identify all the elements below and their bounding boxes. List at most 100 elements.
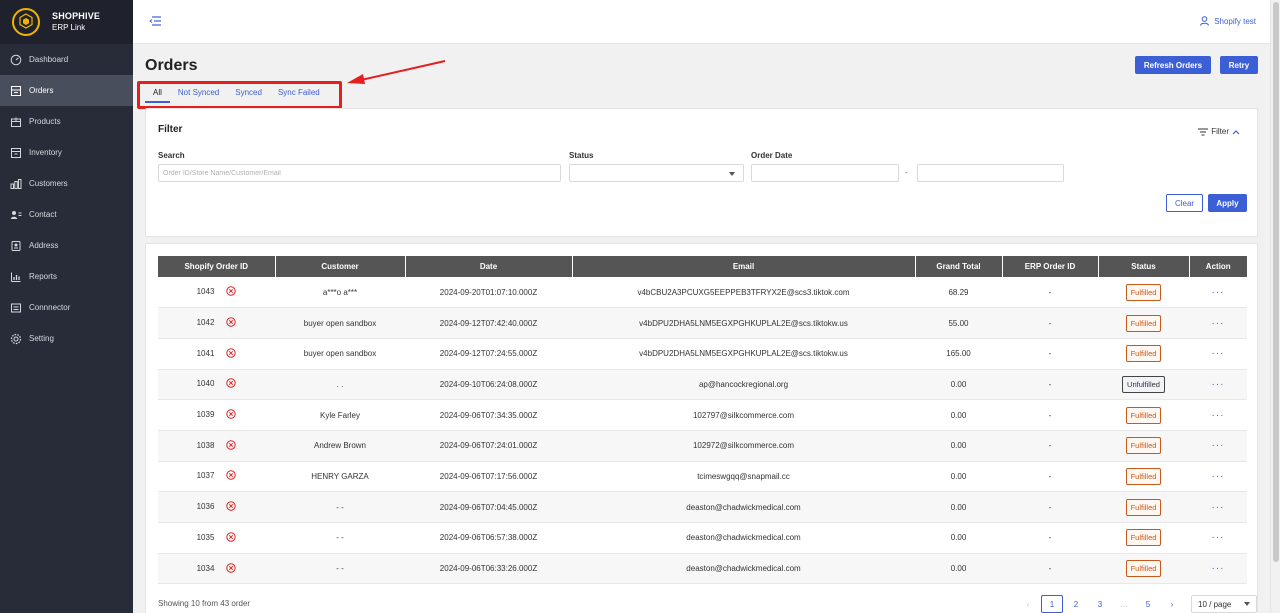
table-row[interactable]: 1039 Kyle Farley 2024-09-06T07:34:35.000Z 1…	[158, 399, 1247, 431]
menu-toggle-icon[interactable]	[149, 16, 161, 26]
more-actions-icon[interactable]: ···	[1212, 318, 1225, 329]
sync-error-icon[interactable]	[226, 286, 237, 298]
table-row[interactable]: 1038 Andrew Brown 2024-09-06T07:24:01.000Z…	[158, 430, 1247, 462]
column-header[interactable]: Shopify Order ID	[158, 256, 276, 277]
order-id[interactable]: 1039	[197, 410, 215, 419]
sidebar-item-customers[interactable]: Customers	[0, 168, 133, 199]
sync-error-icon[interactable]	[226, 501, 237, 513]
sidebar-item-dashboard[interactable]: Dashboard	[0, 44, 133, 75]
search-input[interactable]	[158, 164, 561, 182]
more-actions-icon[interactable]: ···	[1212, 287, 1225, 298]
sidebar-item-orders[interactable]: Orders	[0, 75, 133, 106]
column-header[interactable]: Email	[572, 256, 916, 277]
page-size-select[interactable]: 10 / page	[1191, 595, 1257, 613]
customer-cell: - -	[275, 553, 405, 585]
user-icon	[1200, 16, 1210, 26]
sidebar-item-inventory[interactable]: Inventory	[0, 137, 133, 168]
status-cell: Fulfilled	[1098, 338, 1189, 370]
sidebar-item-setting[interactable]: Setting	[0, 323, 133, 354]
table-row[interactable]: 1042 buyer open sandbox 2024-09-12T07:42:4…	[158, 307, 1247, 339]
sync-error-icon[interactable]	[226, 348, 237, 360]
page-button-3[interactable]: 3	[1089, 595, 1111, 613]
next-page-icon[interactable]: ›	[1161, 595, 1183, 613]
erp-order-id-cell: -	[1002, 461, 1098, 493]
action-cell: ···	[1189, 307, 1247, 339]
table-row[interactable]: 1035 - -2024-09-06T06:57:38.000Z deaston@c…	[158, 522, 1247, 554]
clear-button[interactable]: Clear	[1166, 194, 1203, 212]
order-id[interactable]: 1035	[197, 533, 215, 542]
page-button-5[interactable]: 5	[1137, 595, 1159, 613]
column-header[interactable]: ERP Order ID	[1002, 256, 1099, 277]
sidebar-item-products[interactable]: Products	[0, 106, 133, 137]
sidebar-item-reports[interactable]: Reports	[0, 261, 133, 292]
more-actions-icon[interactable]: ···	[1212, 379, 1225, 390]
order-id[interactable]: 1042	[197, 318, 215, 327]
date-cell: 2024-09-06T07:34:35.000Z	[405, 399, 572, 431]
sidebar-item-connnector[interactable]: Connnector	[0, 292, 133, 323]
action-cell: ···	[1189, 369, 1247, 401]
sync-error-icon[interactable]	[226, 532, 237, 544]
more-actions-icon[interactable]: ···	[1212, 532, 1225, 543]
order-id[interactable]: 1034	[197, 564, 215, 573]
grand-total-cell: 0.00	[915, 491, 1002, 523]
status-badge: Fulfilled	[1125, 560, 1162, 578]
retry-button[interactable]: Retry	[1220, 56, 1258, 74]
status-cell: Fulfilled	[1098, 307, 1189, 339]
sidebar-item-address[interactable]: Address	[0, 230, 133, 261]
order-id-cell: 1039	[158, 399, 275, 431]
pagination-ellipsis[interactable]: ...	[1113, 595, 1135, 613]
order-id[interactable]: 1040	[197, 380, 215, 389]
column-header[interactable]: Status	[1098, 256, 1190, 277]
table-row[interactable]: 1040 . . 2024-09-10T06:24:08.000Z ap@hancoc…	[158, 369, 1247, 401]
more-actions-icon[interactable]: ···	[1212, 563, 1225, 574]
table-row[interactable]: 1043 a***o a*** 2024-09-20T01:07:10.000Z v4…	[158, 277, 1247, 309]
filter-toggle-label: Filter	[1211, 127, 1229, 136]
table-row[interactable]: 1041 buyer open sandbox 2024-09-12T07:24:5…	[158, 338, 1247, 370]
table-row[interactable]: 1034 - -2024-09-06T06:33:26.000Z deaston@c…	[158, 553, 1247, 585]
table-row[interactable]: 1036 - -2024-09-06T07:04:45.000Z deaston@c…	[158, 491, 1247, 523]
more-actions-icon[interactable]: ···	[1212, 440, 1225, 451]
sync-error-icon[interactable]	[226, 409, 237, 421]
sync-error-icon[interactable]	[226, 440, 237, 452]
erp-order-id-cell: -	[1002, 522, 1098, 554]
status-select[interactable]	[569, 164, 744, 182]
column-header[interactable]: Date	[405, 256, 573, 277]
sidebar-item-contact[interactable]: Contact	[0, 199, 133, 230]
orders-table-panel: Shopify Order ID Customer Date Email Grand T…	[145, 243, 1258, 613]
action-cell: ···	[1189, 553, 1247, 585]
vertical-scrollbar[interactable]	[1270, 0, 1280, 613]
page-button-1[interactable]: 1	[1041, 595, 1063, 613]
table-header-row: Shopify Order ID Customer Date Email Grand T…	[158, 256, 1247, 277]
status-cell: Fulfilled	[1098, 461, 1189, 493]
sync-error-icon[interactable]	[226, 562, 237, 575]
apply-button[interactable]: Apply	[1208, 194, 1247, 212]
scrollbar-thumb[interactable]	[1273, 2, 1279, 562]
more-actions-icon[interactable]: ···	[1212, 471, 1225, 482]
order-id[interactable]: 1038	[197, 441, 215, 450]
order-id[interactable]: 1036	[197, 502, 215, 511]
column-header[interactable]: Grand Total	[915, 256, 1003, 277]
order-id-cell: 1043	[158, 277, 275, 309]
order-id[interactable]: 1043	[197, 287, 215, 296]
order-id[interactable]: 1037	[197, 472, 215, 481]
more-actions-icon[interactable]: ···	[1212, 410, 1225, 421]
connector-icon	[10, 302, 22, 314]
sync-error-icon[interactable]	[226, 378, 237, 390]
refresh-orders-button[interactable]: Refresh Orders	[1135, 56, 1211, 74]
column-header[interactable]: Action	[1189, 256, 1247, 277]
filter-toggle[interactable]: Filter	[1195, 127, 1243, 136]
more-actions-icon[interactable]: ···	[1212, 348, 1225, 359]
page-button-2[interactable]: 2	[1065, 595, 1087, 613]
order-id-cell: 1042	[158, 307, 275, 339]
user-menu[interactable]: Shopify test	[1200, 16, 1256, 26]
sync-error-icon[interactable]	[226, 317, 237, 329]
order-id[interactable]: 1041	[197, 349, 215, 358]
brand[interactable]: SHOPHIVE ERP Link	[0, 0, 133, 44]
more-actions-icon[interactable]: ···	[1212, 502, 1225, 513]
order-date-end-input[interactable]	[917, 164, 1064, 182]
column-header[interactable]: Customer	[275, 256, 406, 277]
sync-error-icon[interactable]	[226, 470, 237, 482]
order-date-start-input[interactable]	[751, 164, 899, 182]
prev-page-icon[interactable]: ‹	[1017, 595, 1039, 613]
table-row[interactable]: 1037 HENRY GARZA 2024-09-06T07:17:56.000Z t…	[158, 461, 1247, 493]
